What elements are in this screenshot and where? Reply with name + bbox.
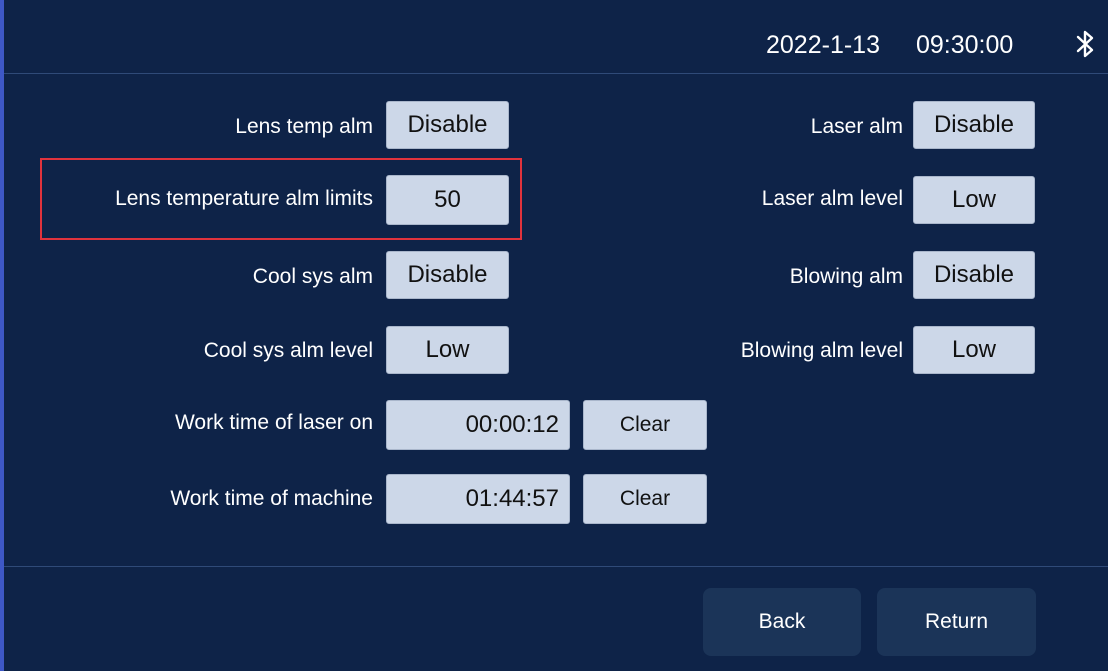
footer-divider: [4, 566, 1108, 567]
blowing-alm-label: Blowing alm: [789, 265, 903, 288]
cool-sys-alm-button[interactable]: Disable: [386, 251, 509, 299]
lens-temp-alm-label: Lens temp alm: [235, 115, 373, 138]
cool-sys-alm-level-button[interactable]: Low: [386, 326, 509, 374]
blowing-alm-button[interactable]: Disable: [913, 251, 1035, 299]
lens-temp-alm-limits-label: Lens temperature alm limits: [115, 187, 373, 210]
work-time-laser-on-label: Work time of laser on: [174, 411, 373, 434]
blowing-alm-level-button[interactable]: Low: [913, 326, 1035, 374]
work-time-laser-on-value: 00:00:12: [386, 400, 570, 450]
window-left-edge: [0, 0, 4, 671]
work-time-machine-label: Work time of machine: [170, 487, 373, 510]
status-date: 2022-1-13: [766, 31, 880, 59]
laser-alm-button[interactable]: Disable: [913, 101, 1035, 149]
lens-temp-alm-limits-input[interactable]: 50: [386, 175, 509, 225]
blowing-alm-level-label: Blowing alm level: [740, 339, 903, 362]
cool-sys-alm-label: Cool sys alm: [252, 265, 373, 288]
back-button[interactable]: Back: [703, 588, 861, 656]
laser-alm-label: Laser alm: [810, 115, 903, 138]
status-time: 09:30:00: [916, 31, 1014, 59]
bluetooth-icon: [1076, 30, 1094, 58]
clear-machine-time-button[interactable]: Clear: [583, 474, 707, 524]
status-bar: 2022-1-13 09:30:00: [4, 0, 1108, 74]
laser-alm-level-button[interactable]: Low: [913, 176, 1035, 224]
return-button[interactable]: Return: [877, 588, 1036, 656]
laser-alm-level-label: Laser alm level: [761, 187, 903, 210]
clear-laser-time-button[interactable]: Clear: [583, 400, 707, 450]
cool-sys-alm-level-label: Cool sys alm level: [203, 339, 373, 362]
lens-temp-alm-button[interactable]: Disable: [386, 101, 509, 149]
work-time-machine-value: 01:44:57: [386, 474, 570, 524]
